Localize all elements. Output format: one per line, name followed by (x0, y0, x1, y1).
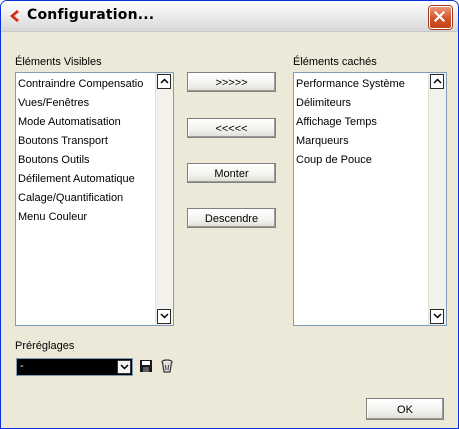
list-item[interactable]: Affichage Temps (294, 113, 429, 132)
list-item[interactable]: Boutons Transport (16, 132, 156, 151)
close-icon (434, 11, 445, 22)
scroll-down-button[interactable] (430, 309, 444, 324)
list-item[interactable]: Boutons Outils (16, 151, 156, 170)
hidden-list-label: Éléments cachés (293, 56, 377, 68)
ok-button[interactable]: OK (366, 398, 444, 420)
presets-value: - (20, 360, 24, 372)
chevron-up-icon (160, 78, 169, 84)
dropdown-arrow-button[interactable] (117, 360, 131, 374)
move-left-button[interactable]: <<<<< (187, 118, 276, 138)
list-item[interactable]: Menu Couleur (16, 208, 156, 227)
chevron-down-icon (433, 313, 442, 319)
move-down-button[interactable]: Descendre (187, 208, 276, 228)
hidden-items-list[interactable]: Performance Système Délimiteurs Affichag… (293, 72, 447, 326)
scroll-up-button[interactable] (430, 74, 444, 89)
visible-list-scrollbar[interactable] (155, 73, 173, 325)
move-up-button[interactable]: Monter (187, 163, 276, 183)
chevron-down-icon (160, 313, 169, 319)
save-icon[interactable] (138, 358, 154, 374)
move-right-button[interactable]: >>>>> (187, 72, 276, 92)
scroll-up-button[interactable] (157, 74, 171, 89)
title-bar[interactable]: Configuration... (1, 1, 458, 32)
close-button[interactable] (429, 6, 452, 29)
visible-items-list[interactable]: Contraindre Compensatio Vues/Fenêtres Mo… (15, 72, 174, 326)
hidden-list-scrollbar[interactable] (428, 73, 446, 325)
list-item[interactable]: Coup de Pouce (294, 151, 429, 170)
chevron-down-icon (120, 364, 129, 370)
scroll-down-button[interactable] (157, 309, 171, 324)
trash-icon[interactable] (159, 358, 175, 374)
list-item[interactable]: Marqueurs (294, 132, 429, 151)
list-item[interactable]: Calage/Quantification (16, 189, 156, 208)
presets-dropdown[interactable]: - (16, 358, 133, 376)
list-item[interactable]: Performance Système (294, 75, 429, 94)
list-item[interactable]: Vues/Fenêtres (16, 94, 156, 113)
chevron-up-icon (433, 78, 442, 84)
visible-list-label: Éléments Visibles (15, 56, 102, 68)
app-logo-icon (10, 10, 19, 22)
list-item[interactable]: Contraindre Compensatio (16, 75, 156, 94)
list-item[interactable]: Délimiteurs (294, 94, 429, 113)
configuration-dialog: Configuration... Éléments Visibles Contr… (0, 0, 459, 429)
window-title: Configuration... (27, 7, 155, 23)
presets-label: Préréglages (15, 340, 75, 352)
list-item[interactable]: Défilement Automatique (16, 170, 156, 189)
list-item[interactable]: Mode Automatisation (16, 113, 156, 132)
